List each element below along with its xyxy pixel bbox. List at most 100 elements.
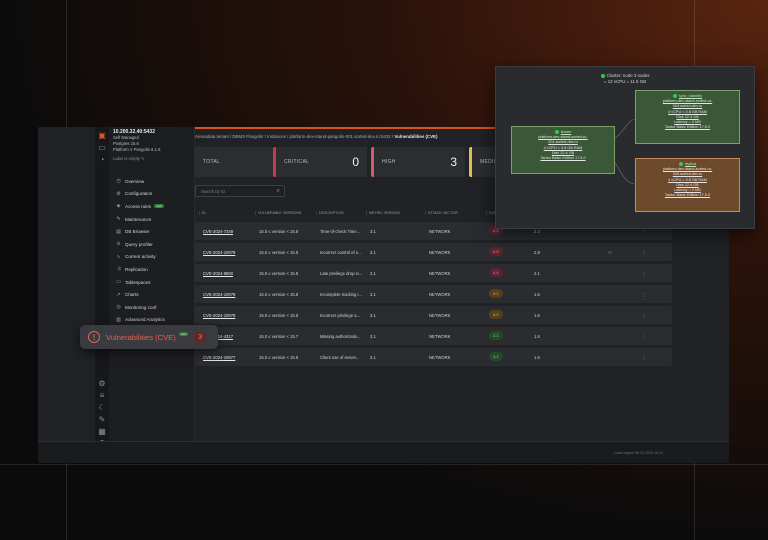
table-row[interactable]: CVE-2024-10979 15.0 ≤ version < 15.8 Inc… [195,243,672,261]
cell-versions: 15.0 ≤ version < 15.8 [259,271,299,276]
more-icon[interactable]: ⋮ [642,292,646,297]
sidebar-item-label: Advanced Analytics [125,317,165,323]
more-icon[interactable]: ⋮ [642,334,646,339]
more-icon[interactable]: ⋮ [642,271,646,276]
node-role: sync_standby [678,94,703,98]
column-header[interactable]: DESCRIPTION [316,211,344,215]
status-dot-icon [672,94,677,98]
cell-metric: 3.1 [370,250,376,255]
score-badge: 8.8 [489,247,503,256]
sidebar-item-db-browser[interactable]: ▤ DB Browser [109,225,195,238]
sidebar-item-tablespaces[interactable]: ▭ Tablespaces [109,276,195,289]
sidebar: 10.200.32.40:5432 Self Managed Postgres … [109,127,195,463]
cell-vector: NETWORK [429,334,451,339]
pen-icon[interactable]: ✎ [97,415,107,425]
column-header[interactable]: ID [199,211,206,215]
cell-description: Late privilege drop in... [320,271,363,276]
search-input[interactable]: Search by ID ⌕ [195,185,285,197]
cluster-subtitle: = 12 vCPU = 11.5 GB [603,79,647,84]
sidebar-item-access-rules[interactable]: ◈ Access rules new [109,200,195,213]
database-icon[interactable]: ▣ [97,131,107,141]
table-row[interactable]: CVE-2024-10978 15.0 ≤ version < 15.8 Inc… [195,285,672,303]
sliders-icon[interactable]: ≡ [97,391,107,401]
sidebar-item-charts[interactable]: ↗ Charts [109,288,195,301]
breadcrumb: Arenadata tenant / DBMS Pangolin / Insta… [195,134,438,139]
sidebar-item-query-profiler[interactable]: ⊙ Query profiler [109,238,195,251]
cell-versions: 15.0 ≤ version < 15.8 [259,292,299,297]
cluster-title: Cluster: node 3 nodes [606,73,650,78]
score-badge: 4.2 [489,310,503,319]
table-row[interactable]: CVE-2024-10978 15.0 ≤ version < 15.8 Inc… [195,306,672,324]
cell-metric: 3.1 [370,229,376,234]
search-placeholder: Search by ID [201,189,226,194]
table-row[interactable]: CVE-2024-9860 15.0 ≤ version < 15.8 Late… [195,264,672,282]
sidebar-item-replication[interactable]: ⤨ Replication [109,263,195,276]
sidebar-item-maintenance[interactable]: ✎ Maintenance [109,213,195,226]
bell-icon[interactable]: ◔ [97,155,107,165]
node-leader[interactable]: leader platform-dev-stand-sorted-ru- 001… [511,126,615,174]
more-icon[interactable]: ⋮ [642,250,646,255]
alert-shield-icon: ! [88,331,100,343]
node-replica[interactable]: replica platform-dev-stand-sorted-ru- 00… [635,158,740,212]
grid-icon[interactable]: ▦ [97,427,107,437]
more-icon[interactable]: ⋮ [642,313,646,318]
sidebar-item-label: DB Browser [125,229,150,235]
folder-icon: ▭ [116,279,121,286]
moon-icon[interactable]: ☾ [97,403,107,413]
breadcrumb-item[interactable]: platform-dev-stand-pangolin-001.sorted-d… [290,134,391,139]
vulnerabilities-callout[interactable]: ! Vulnerabilities (CVE) new 3 [80,325,218,349]
column-header[interactable]: ATTACK VECTOR [425,211,458,215]
cve-link[interactable]: CVE-2024-10977 [203,355,235,360]
breadcrumb-item[interactable]: Arenadata tenant [195,134,229,139]
sidebar-item-label: Overview [125,178,145,184]
column-header[interactable]: METRIC VERSION [366,211,400,215]
cell-description: Incomplete tracking i... [320,292,362,297]
cve-link[interactable]: CVE-2024-10978 [203,292,235,297]
sidebar-item-overview[interactable]: ◷ Overview [109,175,195,188]
high-card: HIGH 3 [371,147,465,177]
cve-link[interactable]: CVE-2024-10978 [203,313,235,318]
node-line: Tantor Basic Edition 17.5.0 [664,125,711,130]
status-text: Load engine 06.12.2025 10:12 [614,451,663,455]
cell-epss: 1.6 [534,313,540,318]
new-badge: new [178,332,189,336]
callout-label: Vulnerabilities (CVE) [106,332,176,342]
edit-icon[interactable]: ✎ [141,156,145,161]
table-row[interactable]: CVE-2024-10977 15.0 ≤ version < 15.8 Cli… [195,348,672,366]
card-label: TOTAL [203,159,221,165]
column-header[interactable]: VULNERABLE VERSIONS [255,211,301,215]
cell-epss: 2.1 [534,271,540,276]
cell-vector: NETWORK [429,250,451,255]
cell-versions: 15.0 ≤ version < 15.7 [259,334,299,339]
cell-vector: NETWORK [429,355,451,360]
cell-vector: NETWORK [429,229,451,234]
cell-vector: NETWORK [429,271,451,276]
network-icon[interactable]: ⚇ [608,250,612,255]
cell-epss: 2.8 [534,250,540,255]
sidebar-item-configuration[interactable]: ⚙ Configuration [109,188,195,201]
cell-epss: 1.6 [534,292,540,297]
cve-link[interactable]: CVE-2024-7348 [203,229,233,234]
breadcrumb-item[interactable]: Instances [267,134,286,139]
gear-icon[interactable]: ⚙ [97,379,107,389]
breadcrumb-item[interactable]: DBMS Pangolin [232,134,263,139]
cluster-topology-panel: Cluster: node 3 nodes = 12 vCPU = 11.5 G… [495,66,755,229]
cell-description: Time-of-check Time... [320,229,361,234]
table-row[interactable]: CVE-2024-4317 15.0 ≤ version < 15.7 Miss… [195,327,672,345]
search-icon[interactable]: ⌕ [277,188,280,195]
cve-link[interactable]: CVE-2024-9860 [203,271,233,276]
more-icon[interactable]: ⋮ [642,355,646,360]
monitor-icon[interactable]: ▭ [97,143,107,153]
cve-link[interactable]: CVE-2024-10979 [203,250,235,255]
count-badge: 3 [194,331,207,343]
label-text: Label is empty [113,156,140,161]
sidebar-item-monitoring-conf[interactable]: ◎ Monitoring conf [109,301,195,314]
sidebar-item-current-activity[interactable]: ∿ Current activity [109,251,195,264]
database-icon: ▤ [116,228,121,235]
gauge-icon: ◷ [116,178,121,185]
connection-info: 10.200.32.40:5432 Self Managed Postgres … [109,127,194,162]
status-dot-icon [678,162,683,166]
node-sync-standby[interactable]: sync_standby platform-dev-stand-sorted-r… [635,90,740,144]
score-badge: 3.1 [489,331,503,340]
sidebar-item-label: Configuration [125,191,153,197]
